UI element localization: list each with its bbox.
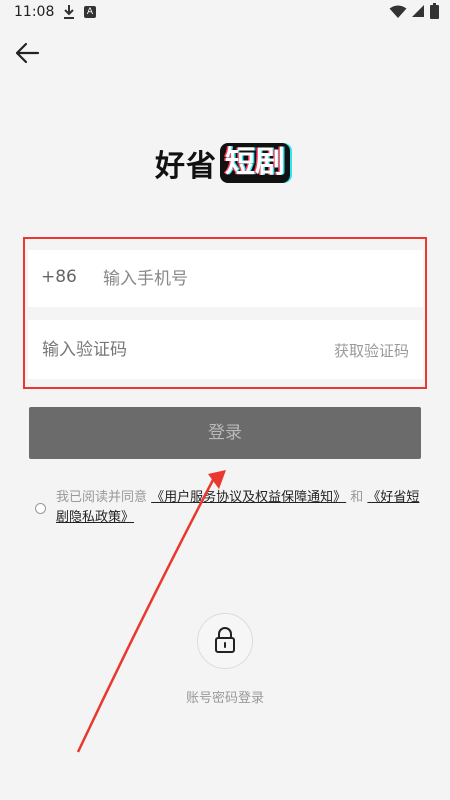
account-login-label[interactable]: 账号密码登录 xyxy=(0,687,450,706)
code-row: 获取验证码 xyxy=(28,320,423,379)
login-screen: 11:08 A 好省 短剧 +86 获取验证码 登录 xyxy=(0,0,450,800)
logo-text-main: 好省 xyxy=(155,149,217,184)
a-notification-icon: A xyxy=(84,6,96,18)
user-agreement-link[interactable]: 《用户服务协议及权益保障通知》 xyxy=(151,490,346,505)
phone-input[interactable] xyxy=(101,260,405,298)
signal-icon xyxy=(412,5,424,17)
battery-icon xyxy=(430,3,439,19)
status-time: 11:08 xyxy=(14,4,55,20)
back-arrow-icon[interactable] xyxy=(12,38,42,68)
agreement-checkbox[interactable] xyxy=(35,503,46,514)
lock-icon xyxy=(215,627,235,653)
agreement-text: 我已阅读并同意 《用户服务协议及权益保障通知》 和 《好省短剧隐私政策》 xyxy=(56,488,426,528)
login-button[interactable]: 登录 xyxy=(29,407,421,459)
download-icon xyxy=(64,5,74,19)
country-code[interactable]: +86 xyxy=(41,267,77,287)
status-bar: 11:08 A xyxy=(0,0,450,26)
annotation-arrow xyxy=(76,470,226,753)
get-code-button[interactable]: 获取验证码 xyxy=(334,340,409,361)
account-login-button[interactable] xyxy=(197,613,253,669)
logo-text-badge: 短剧 xyxy=(220,143,290,183)
agreement-connector: 和 xyxy=(346,490,368,505)
agreement-prefix: 我已阅读并同意 xyxy=(56,490,152,505)
verification-code-input[interactable] xyxy=(40,331,284,369)
app-logo: 好省 短剧 xyxy=(155,141,290,185)
phone-row: +86 xyxy=(28,250,423,307)
wifi-icon xyxy=(389,5,407,18)
